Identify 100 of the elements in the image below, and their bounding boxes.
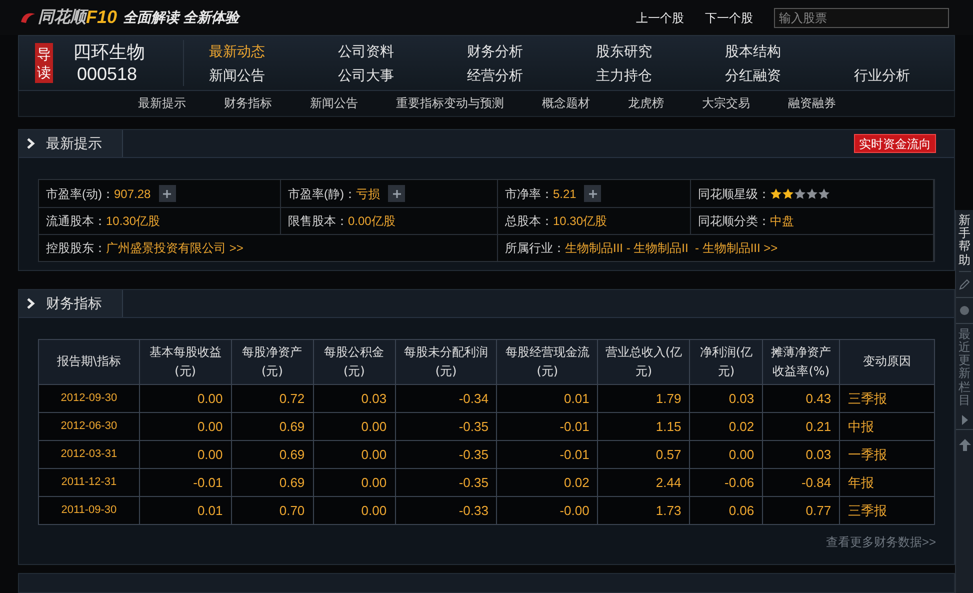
table-cell: 0.00 (313, 468, 396, 496)
column-header: 每股净资产(元) (231, 339, 314, 384)
table-cell: 0.02 (496, 468, 598, 496)
nav-tab[interactable]: 最新动态 (209, 42, 338, 60)
info-label: 所属行业： (505, 240, 565, 258)
star-icon (770, 188, 782, 200)
info-label: 同花顺星级： (698, 186, 770, 203)
table-cell: 1.73 (598, 496, 690, 524)
table-cell: 三季报 (840, 384, 934, 412)
star-icon (818, 188, 830, 200)
dot-icon[interactable] (960, 306, 969, 315)
nav-tab[interactable]: 股本结构 (725, 42, 854, 60)
subnav-link[interactable]: 融资融券 (788, 94, 836, 112)
table-cell: -0.06 (690, 468, 763, 496)
star-icon (806, 188, 818, 200)
info-value: 亏损 (356, 186, 380, 203)
table-cell: 0.69 (231, 440, 314, 468)
guide-badge[interactable]: 导读 (35, 42, 53, 84)
nav-tab[interactable]: 行业分析 (854, 66, 954, 84)
table-cell: 0.01 (139, 496, 232, 524)
column-header: 基本每股收益(元) (139, 339, 232, 384)
section-title: 财务指标 (46, 294, 102, 313)
info-value: 10.30亿股 (106, 213, 160, 230)
table-cell: 0.03 (762, 440, 840, 468)
info-label: 总股本： (505, 213, 553, 230)
nav-tab[interactable]: 财务分析 (467, 42, 596, 60)
chevron-icon (27, 298, 36, 309)
subnav-link[interactable]: 概念题材 (542, 94, 590, 112)
table-cell: -0.35 (395, 440, 497, 468)
table-cell: 一季报 (840, 440, 934, 468)
subnav-link[interactable]: 新闻公告 (310, 94, 358, 112)
column-header: 每股公积金(元) (313, 339, 396, 384)
table-cell: 0.00 (139, 412, 232, 440)
logo-icon (20, 12, 36, 24)
nav-tab[interactable]: 分红融资 (725, 66, 854, 84)
table-cell: 0.06 (690, 496, 763, 524)
fund-flow-button[interactable]: 实时资金流向 (854, 134, 936, 154)
subnav-link[interactable]: 龙虎榜 (628, 94, 664, 112)
triangle-right-icon (962, 414, 968, 425)
plus-icon (392, 190, 400, 198)
info-label: 市盈率(静)： (288, 186, 356, 203)
plus-button[interactable] (584, 185, 602, 202)
table-cell: -0.84 (762, 468, 840, 496)
plus-button[interactable] (158, 185, 176, 202)
column-header: 报告期\指标 (38, 339, 140, 384)
subnav-link[interactable]: 重要指标变动与预测 (396, 94, 504, 112)
brand-slogan: 全面解读 全新体验 (123, 8, 239, 27)
stock-search-field[interactable]: 输入股票 (774, 8, 949, 28)
info-value: 中盘 (770, 213, 794, 230)
subnav-link[interactable]: 大宗交易 (702, 94, 750, 112)
up-arrow-icon[interactable] (958, 438, 970, 451)
brand-product: F10 (86, 6, 118, 29)
help-tab[interactable]: 新手帮助 (958, 210, 970, 272)
table-cell: -0.01 (496, 412, 598, 440)
table-cell: -0.01 (139, 468, 232, 496)
nav-tab[interactable]: 新闻公告 (209, 66, 338, 84)
table-cell: 0.21 (762, 412, 840, 440)
plus-button[interactable] (388, 185, 405, 202)
table-cell: 0.00 (690, 440, 763, 468)
star-icon (794, 188, 806, 200)
table-cell: 0.57 (598, 440, 690, 468)
info-value: 907.28 (114, 186, 151, 203)
table-cell: 2012-06-30 (38, 412, 140, 440)
subnav-link[interactable]: 财务指标 (224, 94, 272, 112)
nav-tab[interactable]: 公司大事 (338, 66, 467, 84)
table-cell: 0.00 (139, 384, 232, 412)
section-title: 最新提示 (46, 134, 102, 154)
column-header: 净利润(亿元) (690, 339, 763, 384)
table-cell: 0.03 (313, 384, 396, 412)
info-value: 0.00亿股 (348, 213, 396, 230)
subnav-link[interactable]: 最新提示 (138, 94, 186, 112)
nav-tab[interactable]: 主力持仓 (596, 66, 725, 84)
table-cell: -0.34 (395, 384, 497, 412)
nav-tab[interactable]: 经营分析 (467, 66, 596, 84)
table-cell: 0.77 (762, 496, 840, 524)
stock-nav-link[interactable]: 下一个股 (705, 8, 753, 26)
table-cell: 2.44 (598, 468, 690, 496)
table-cell: 0.03 (690, 384, 763, 412)
table-cell: -0.01 (496, 440, 598, 468)
recent-updates-tab[interactable]: 最近更新栏目 (956, 324, 973, 430)
table-cell: 0.01 (496, 384, 598, 412)
pencil-icon[interactable] (959, 278, 970, 290)
stock-nav-link[interactable]: 上一个股 (636, 8, 684, 26)
table-cell: 0.69 (231, 468, 314, 496)
info-value[interactable]: 广州盛景投资有限公司 >> (106, 239, 244, 258)
table-cell: 0.00 (139, 440, 232, 468)
table-cell: 0.00 (313, 440, 396, 468)
nav-tab[interactable]: 股东研究 (596, 42, 725, 60)
table-cell: 中报 (840, 412, 934, 440)
table-cell: 1.15 (598, 412, 690, 440)
plus-icon (588, 190, 597, 198)
stock-code: 000518 (77, 62, 138, 85)
table-cell: -0.35 (395, 412, 497, 440)
stock-name: 四环生物 (73, 40, 145, 63)
table-cell: 0.70 (231, 496, 314, 524)
more-finance-link[interactable]: 查看更多财务数据>> (826, 532, 936, 551)
info-label: 市盈率(动)： (46, 186, 114, 203)
nav-tab[interactable]: 公司资料 (338, 42, 467, 60)
plus-icon (163, 190, 172, 198)
info-value[interactable]: 生物制品III - 生物制品II - 生物制品III >> (565, 239, 778, 258)
